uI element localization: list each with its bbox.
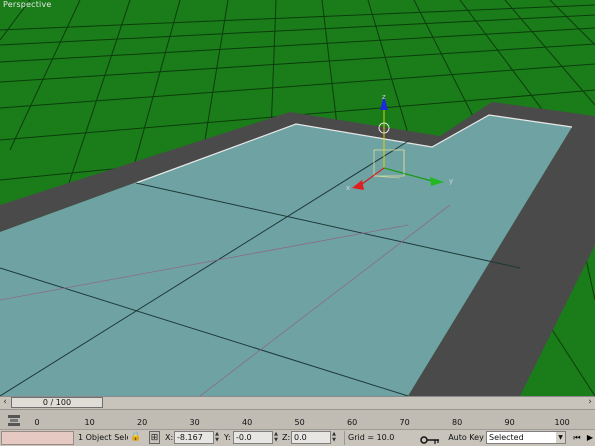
- selection-status: 1 Object Sele: [78, 433, 128, 442]
- x-coord-field[interactable]: -8.167: [174, 431, 214, 444]
- chevron-right-icon[interactable]: ›: [585, 396, 595, 409]
- trackbar-tick-label: 50: [294, 418, 305, 427]
- viewport-label[interactable]: Perspective: [3, 0, 52, 9]
- trackbar-tick-label: 80: [452, 418, 463, 427]
- lock-icon[interactable]: 🔒: [130, 431, 142, 444]
- chevron-down-icon[interactable]: ▼: [556, 432, 565, 443]
- maxscript-listener[interactable]: [1, 431, 74, 445]
- trackbar-tick-label: 40: [242, 418, 253, 427]
- perspective-viewport[interactable]: z y x Perspective: [0, 0, 595, 396]
- z-coord-field[interactable]: 0.0: [291, 431, 331, 444]
- trackbar-tick-label: 0: [34, 418, 40, 427]
- key-icon[interactable]: [420, 435, 440, 445]
- transform-mode-icon[interactable]: ⊞: [149, 431, 160, 444]
- trackbar-filter-icon[interactable]: [7, 412, 21, 426]
- y-coord-field[interactable]: -0.0: [233, 431, 273, 444]
- trackbar-tick-label: 70: [399, 418, 410, 427]
- gizmo-y-label: y: [449, 177, 453, 185]
- y-coord-label: Y:: [224, 433, 231, 442]
- trackbar-tick-label: 10: [84, 418, 95, 427]
- y-spinner[interactable]: ▲ ▼: [273, 431, 279, 444]
- gizmo-z-label: z: [382, 93, 386, 101]
- auto-key-button[interactable]: Auto Key: [448, 431, 484, 444]
- time-slider-thumb[interactable]: 0 / 100: [11, 397, 103, 408]
- key-filter-value: Selected: [489, 433, 524, 442]
- x-spinner[interactable]: ▲ ▼: [214, 431, 220, 444]
- trackbar-tick-label: 60: [347, 418, 358, 427]
- trackbar-tick-label: 30: [189, 418, 200, 427]
- chevron-left-icon[interactable]: ‹: [0, 396, 10, 409]
- grid-readout: Grid = 10.0: [344, 431, 412, 445]
- trackbar-tick-label: 20: [137, 418, 148, 427]
- trackbar-tick-label: 100: [554, 418, 570, 427]
- scene-render: z y x: [0, 0, 595, 396]
- key-filter-dropdown[interactable]: Selected ▼: [486, 431, 566, 444]
- trackbar-tick-label: 90: [504, 418, 515, 427]
- z-coord-label: Z:: [282, 433, 291, 442]
- goto-start-icon[interactable]: ⏮: [570, 431, 584, 444]
- gizmo-x-label: x: [346, 184, 350, 192]
- play-icon[interactable]: ▶: [585, 431, 595, 444]
- x-coord-label: X:: [165, 433, 174, 442]
- z-spinner[interactable]: ▲ ▼: [331, 431, 337, 444]
